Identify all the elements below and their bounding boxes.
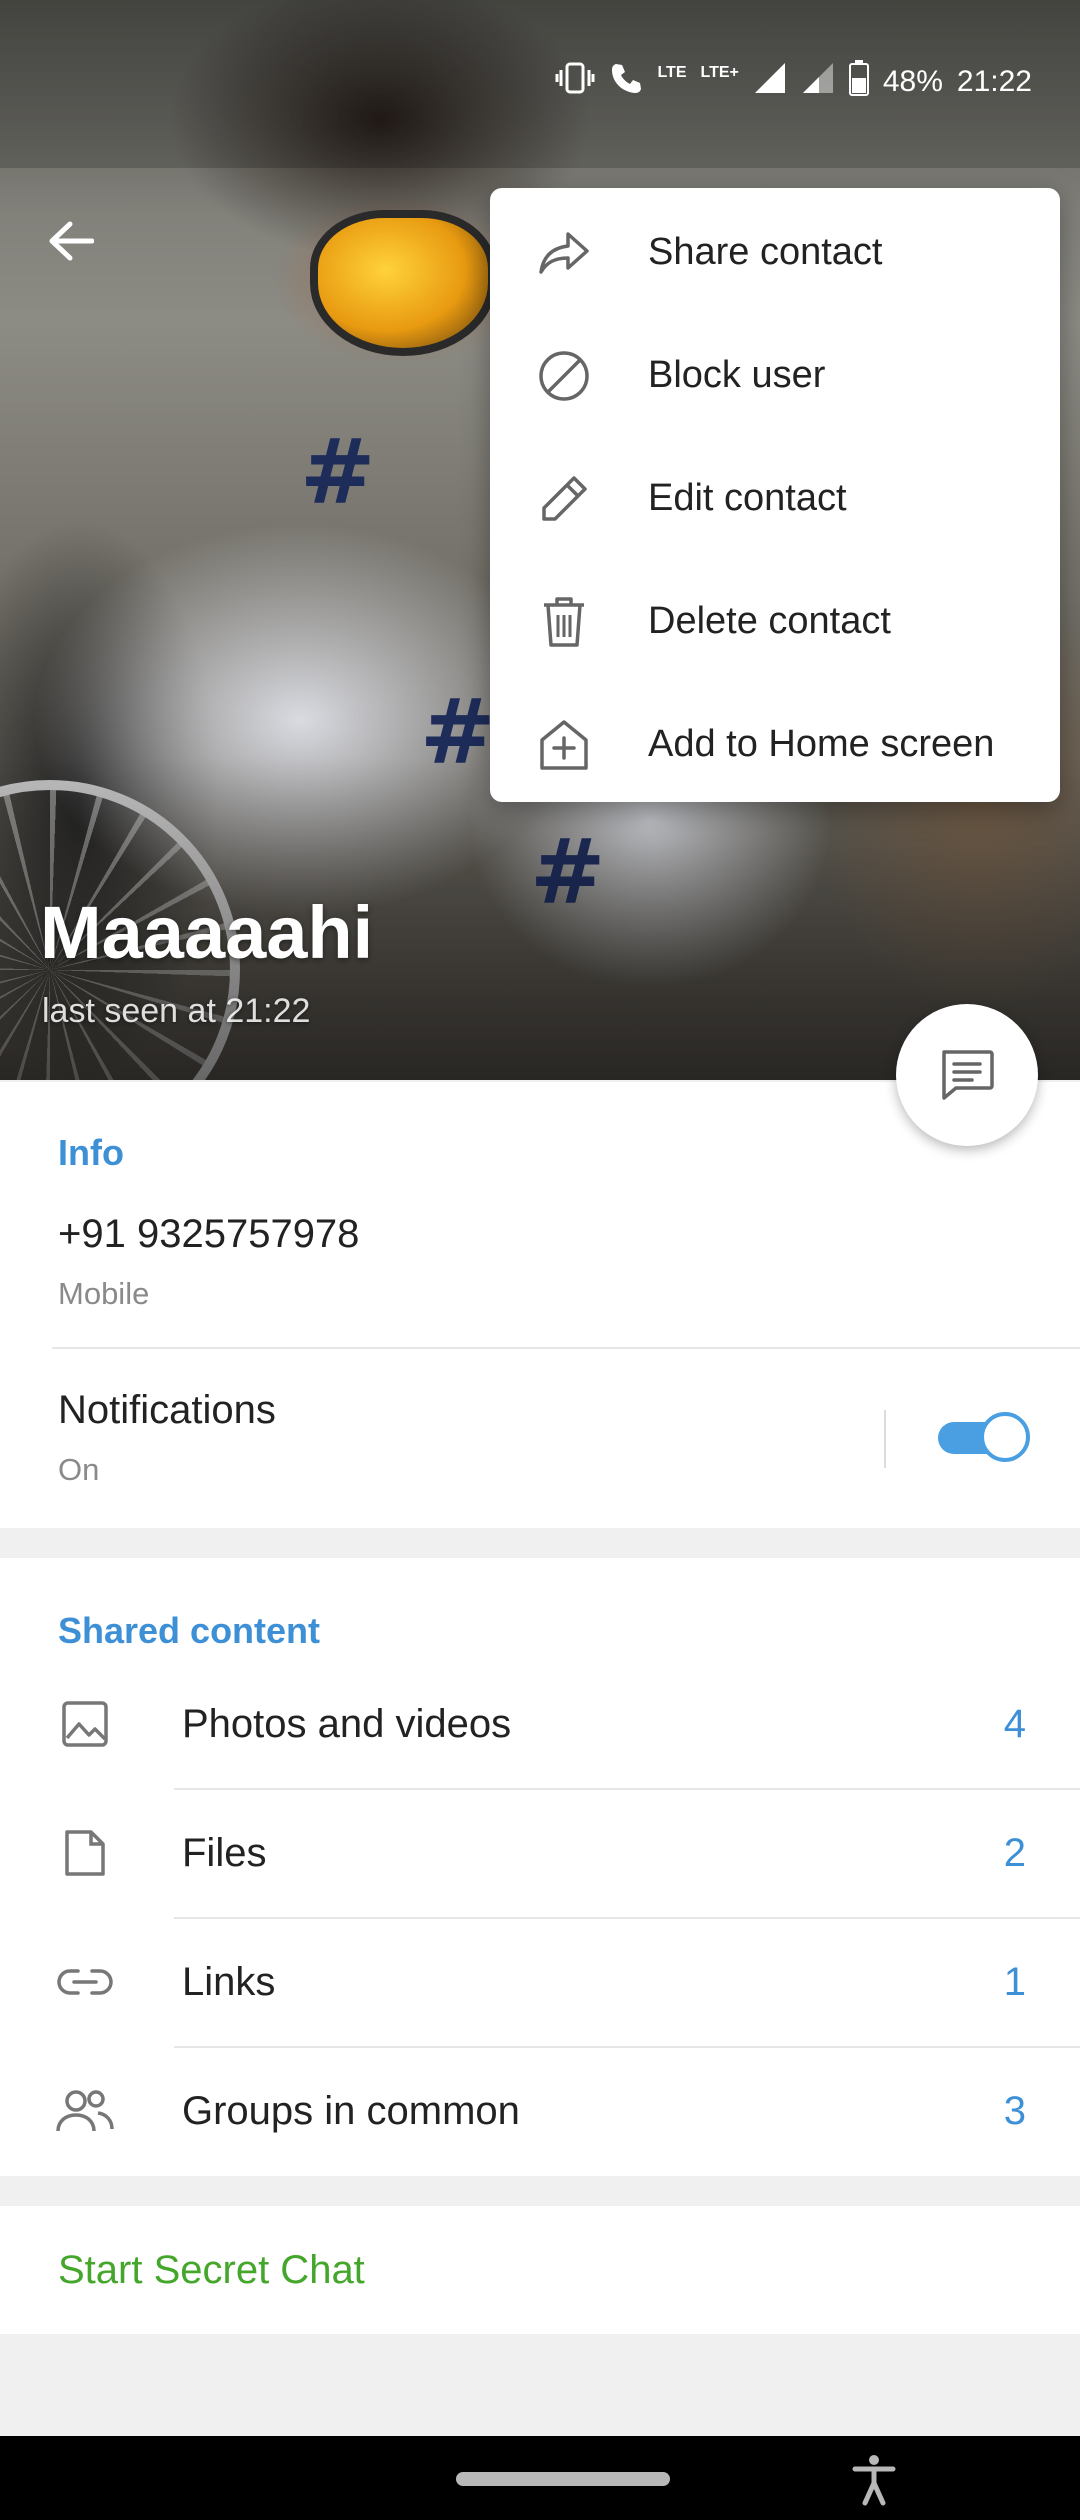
- menu-item-add-to-home-screen[interactable]: Add to Home screen: [490, 683, 1060, 806]
- shared-row-count: 3: [1003, 2089, 1026, 2133]
- notifications-toggle[interactable]: [938, 1412, 1030, 1462]
- groups-icon: [54, 2085, 116, 2137]
- add-home-icon: [538, 719, 590, 771]
- shared-row-photos[interactable]: Photos and videos 4: [0, 1660, 1080, 1788]
- menu-item-label: Share contact: [648, 231, 883, 273]
- signal-full-icon: [753, 61, 787, 103]
- shared-content-title: Shared content: [58, 1610, 321, 1651]
- notifications-value: On: [58, 1452, 100, 1487]
- status-time: 21:22: [956, 65, 1032, 98]
- status-bar: LTE LTE+ 48% 21:22: [0, 0, 1080, 168]
- shared-row-count: 4: [1003, 1702, 1026, 1746]
- call-icon: [609, 61, 643, 103]
- profile-name: Maaaaahi: [40, 891, 374, 974]
- phone-number[interactable]: +91 9325757978: [58, 1212, 359, 1257]
- contact-options-menu: Share contact Block user Edit contact De…: [490, 188, 1060, 802]
- notifications-label[interactable]: Notifications: [58, 1388, 276, 1433]
- message-fab-button[interactable]: [896, 1004, 1038, 1146]
- signal-weak-icon: [801, 61, 835, 103]
- shared-row-label: Links: [182, 1960, 276, 2004]
- pencil-icon: [538, 473, 590, 525]
- menu-item-label: Add to Home screen: [648, 723, 995, 765]
- battery-icon: [848, 60, 869, 104]
- shared-content-section: Shared content Photos and videos 4 Files…: [0, 1558, 1080, 2176]
- menu-item-label: Block user: [648, 354, 826, 396]
- arrow-left-icon: [49, 221, 94, 261]
- accessibility-icon[interactable]: [852, 2454, 896, 2506]
- battery-percent: 48%: [882, 65, 943, 98]
- info-section: Info +91 9325757978 Mobile Notifications…: [0, 1082, 1080, 1528]
- vibrate-icon: [555, 61, 595, 103]
- menu-item-label: Edit contact: [648, 477, 847, 519]
- menu-item-label: Delete contact: [648, 600, 891, 642]
- start-secret-chat-button[interactable]: Start Secret Chat: [58, 2248, 365, 2293]
- back-button[interactable]: [38, 208, 104, 274]
- share-icon: [538, 227, 590, 279]
- menu-item-block-user[interactable]: Block user: [490, 314, 1060, 437]
- shared-row-label: Files: [182, 1831, 267, 1875]
- toggle-knob: [980, 1412, 1030, 1462]
- phone-type: Mobile: [58, 1276, 150, 1311]
- shared-row-label: Photos and videos: [182, 1702, 512, 1746]
- divider: [52, 1347, 1080, 1349]
- shared-row-files[interactable]: Files 2: [0, 1789, 1080, 1917]
- menu-item-edit-contact[interactable]: Edit contact: [490, 437, 1060, 560]
- toggle-separator: [884, 1410, 886, 1468]
- block-icon: [538, 350, 590, 402]
- trash-icon: [538, 596, 590, 648]
- lte-plus-label: LTE+: [700, 64, 739, 81]
- shared-row-groups[interactable]: Groups in common 3: [0, 2047, 1080, 2175]
- navigation-bar: [0, 2436, 1080, 2520]
- shared-row-count: 2: [1003, 1831, 1026, 1875]
- home-gesture-pill[interactable]: [456, 2472, 670, 2486]
- last-seen: last seen at 21:22: [42, 992, 311, 1030]
- shared-row-count: 1: [1003, 1960, 1026, 2004]
- link-icon: [54, 1956, 116, 2008]
- menu-item-share-contact[interactable]: Share contact: [490, 191, 1060, 314]
- lte-label: LTE: [657, 64, 687, 81]
- file-icon: [54, 1827, 116, 1879]
- shared-row-links[interactable]: Links 1: [0, 1918, 1080, 2046]
- chat-bubble-icon: [942, 1050, 994, 1100]
- menu-item-delete-contact[interactable]: Delete contact: [490, 560, 1060, 683]
- info-title: Info: [58, 1132, 124, 1173]
- photo-icon: [54, 1698, 116, 1750]
- shared-row-label: Groups in common: [182, 2089, 520, 2133]
